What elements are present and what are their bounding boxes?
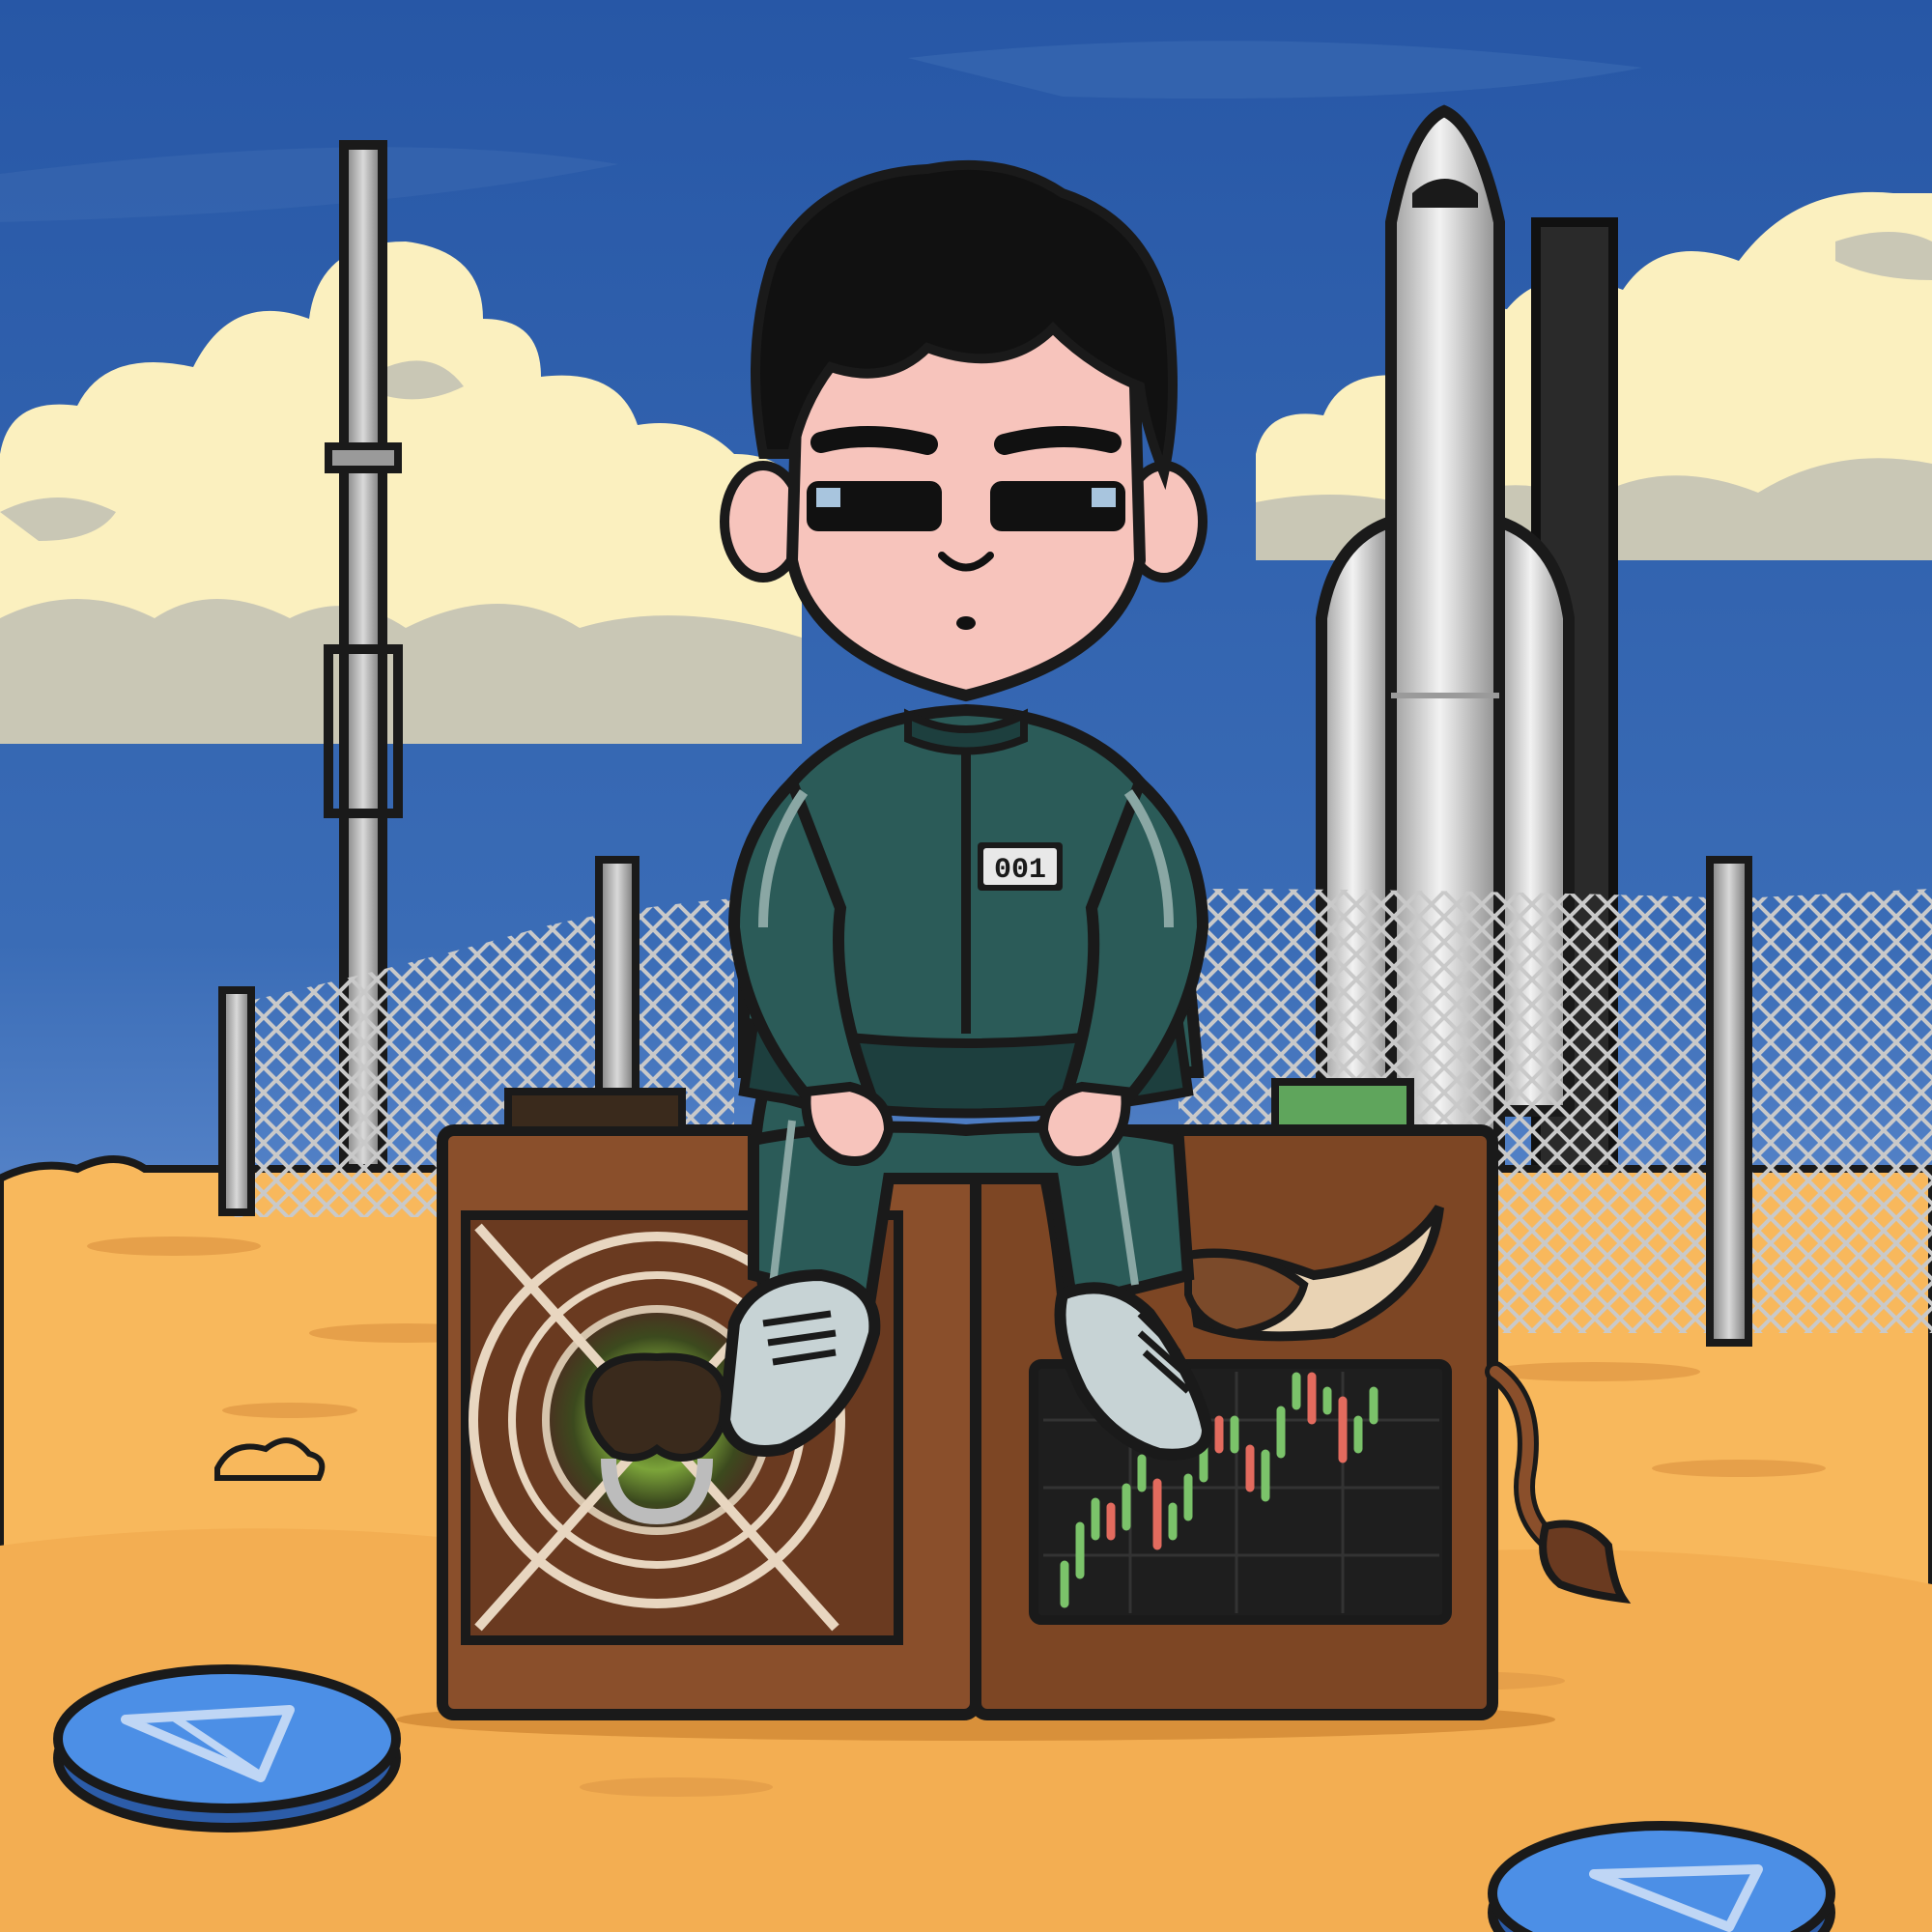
ton-coin-icon — [1488, 1821, 1835, 1932]
chest-number: 001 — [994, 854, 1046, 887]
ton-coin-icon — [53, 1664, 401, 1833]
bull-nose-ring-icon — [584, 1352, 729, 1462]
scene-illustration: 001 — [0, 0, 1932, 1932]
